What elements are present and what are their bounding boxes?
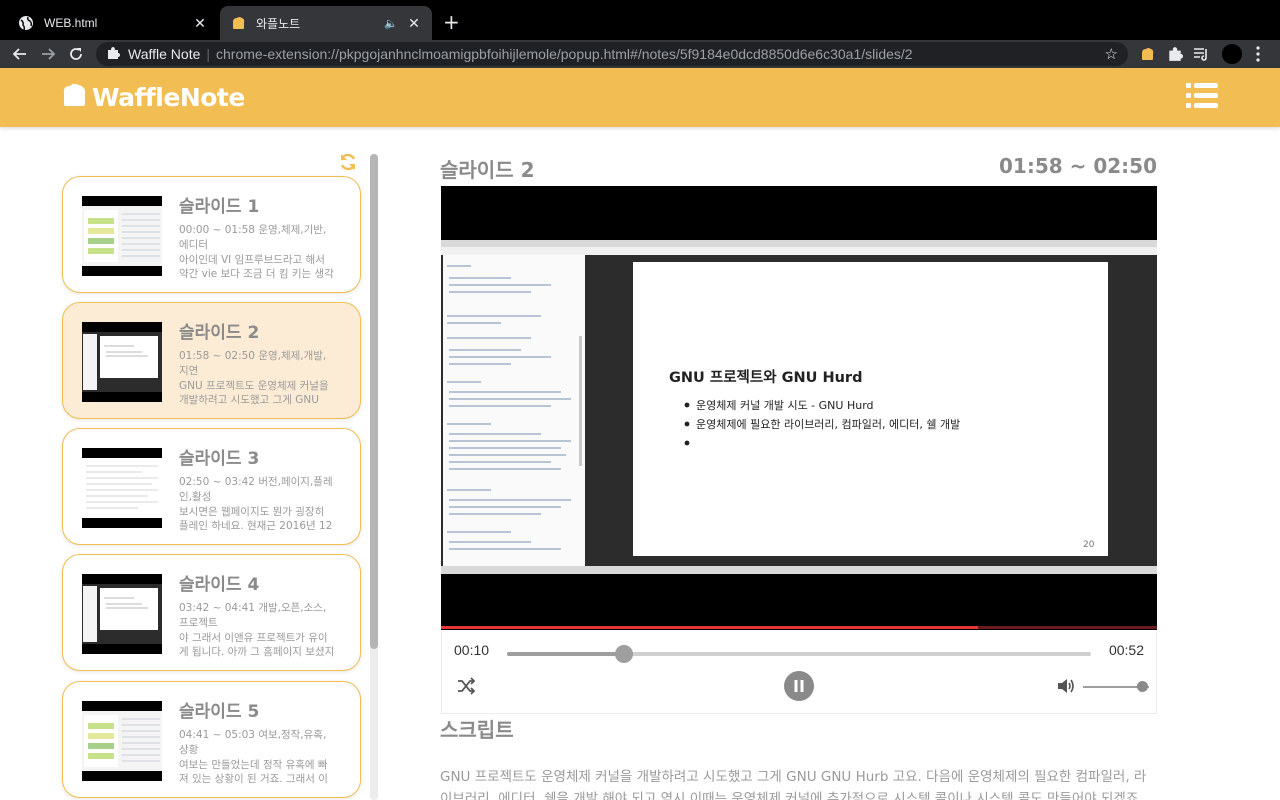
shuffle-icon[interactable] [454, 674, 478, 698]
slide-card-title: 슬라이드 1 [179, 197, 260, 217]
slide-card-info: 슬라이드 3 02:50 ~ 03:42 버전,페이지,플레인,활성보시면은 웹페… [179, 447, 335, 533]
reload-icon[interactable] [66, 44, 86, 64]
new-tab-button[interactable]: + [443, 12, 460, 32]
volume-icon[interactable] [1054, 675, 1078, 697]
pause-button[interactable] [783, 670, 815, 702]
slide-thumbnail [82, 196, 162, 276]
close-tab-icon[interactable]: ✕ [192, 15, 208, 31]
browser-tab-web[interactable]: WEB.html ✕ [8, 6, 218, 40]
slide-card-meta: 01:58 ~ 02:50 운영,체제,개발,지연 [179, 350, 327, 377]
slide-bullet-1: 운영체제 커널 개발 시도 - GNU Hurd [696, 399, 874, 412]
slide-card-snippet: 아이인데 VI 임프루브드라고 해서 약간 vie 보다 조금 더 킴 키는 생… [179, 254, 334, 280]
script-heading: 스크립트 [440, 718, 514, 742]
script-text: GNU 프로젝트도 운영체제 커널을 개발하려고 시도했고 그게 GNU GNU… [440, 769, 1147, 800]
slide-card-snippet: 야 그래서 이앤유 프로젝트가 유이게 됩니다. 아까 그 홈페이지 보셨지만은… [179, 632, 335, 658]
back-icon[interactable] [10, 44, 30, 64]
slide-time-range: 01:58 ~ 02:50 [998, 154, 1157, 178]
slide-bullet-2: 운영체제에 필요한 라이브러리, 컴파일러, 에디터, 쉘 개발 [696, 417, 960, 431]
tab-title: WEB.html [44, 16, 98, 30]
address-separator: | [206, 46, 211, 62]
scrollbar-thumb[interactable] [370, 154, 378, 649]
browser-toolbar: Waffle Note | chrome-extension://pkpgoja… [0, 40, 1280, 68]
slide-card-snippet: 여보는 만들었는데 정작 유혹에 빠져 있는 상황이 된 거죠. 그래서 이때 … [179, 759, 328, 785]
slide-thumbnail [82, 574, 162, 654]
forward-icon[interactable] [38, 44, 58, 64]
slide-card-2[interactable]: 슬라이드 2 01:58 ~ 02:50 운영,체제,개발,지연 GNU 프로젝트도… [62, 302, 361, 419]
profile-avatar[interactable] [1221, 44, 1243, 64]
seek-fill [507, 652, 624, 656]
more-menu-icon[interactable] [1252, 44, 1264, 64]
speaker-icon[interactable]: 🔈 [384, 17, 398, 30]
slide-card-info: 슬라이드 1 00:00 ~ 01:58 운영,체제,기반,에디터아이인데 VI … [179, 195, 335, 281]
browser-tab-wafflenote[interactable]: 와플노트 🔈 ✕ [220, 6, 432, 40]
slide-heading: GNU 프로젝트와 GNU Hurd [669, 368, 862, 386]
slide-card-title: 슬라이드 3 [179, 449, 260, 469]
slide-thumbnail [82, 448, 162, 528]
app-header: WaffleNote [0, 68, 1280, 127]
duration-time: 00:52 [1108, 642, 1144, 658]
browser-tab-strip: WEB.html ✕ 와플노트 🔈 ✕ + [0, 0, 1280, 40]
slide-card-meta: 02:50 ~ 03:42 버전,페이지,플레인,활성 [179, 476, 333, 503]
media-queue-icon[interactable] [1192, 44, 1210, 64]
slide-card-snippet: 보시면은 웹페이지도 뭔가 굉장히 플레인 하네요. 현재근 2016년 12월… [179, 506, 333, 532]
address-url: chrome-extension://pkpgojanhnclmoamigpbf… [216, 46, 913, 62]
refresh-icon[interactable] [338, 152, 358, 172]
slide-card-info: 슬라이드 2 01:58 ~ 02:50 운영,체제,개발,지연 GNU 프로젝트도… [179, 321, 335, 407]
volume-knob[interactable] [1137, 681, 1149, 692]
seek-slider[interactable] [507, 645, 1091, 663]
slide-page-number: 20 [1083, 540, 1095, 550]
audio-player: 00:10 00:52 [441, 632, 1157, 714]
slide-thumbnail [82, 701, 162, 781]
slide-card-snippet: GNU 프로젝트도 운영체제 커널을 개발하려고 시도했고 그게 GNU GNU… [179, 380, 329, 406]
close-tab-icon[interactable]: ✕ [406, 15, 422, 31]
wafflenote-extension-icon[interactable] [1138, 44, 1156, 64]
brand-logo[interactable]: WaffleNote [60, 81, 245, 113]
slide-card-meta: 04:41 ~ 05:03 여보,정작,유혹,상황 [179, 729, 327, 756]
slide-card-title: 슬라이드 4 [179, 575, 260, 595]
extension-puzzle-icon [106, 46, 120, 63]
video-progress-track[interactable] [441, 626, 1157, 629]
current-time: 00:10 [454, 642, 490, 658]
globe-icon [18, 15, 34, 31]
seek-knob[interactable] [614, 645, 633, 663]
slide-card-1[interactable]: 슬라이드 1 00:00 ~ 01:58 운영,체제,기반,에디터아이인데 VI … [62, 176, 361, 293]
video-progress-fill [441, 626, 978, 629]
slide-card-meta: 00:00 ~ 01:58 운영,체제,기반,에디터 [179, 224, 327, 251]
slide-card-title: 슬라이드 2 [179, 323, 260, 343]
slide-card-info: 슬라이드 5 04:41 ~ 05:03 여보,정작,유혹,상황여보는 만들었는데… [179, 700, 335, 786]
slide-card-3[interactable]: 슬라이드 3 02:50 ~ 03:42 버전,페이지,플레인,활성보시면은 웹페… [62, 428, 361, 545]
slide-card-5[interactable]: 슬라이드 5 04:41 ~ 05:03 여보,정작,유혹,상황여보는 만들었는데… [62, 681, 361, 798]
waffle-tab-icon [230, 15, 246, 31]
extension-name: Waffle Note [128, 46, 201, 62]
extensions-icon[interactable] [1166, 44, 1184, 64]
volume-slider[interactable] [1083, 681, 1149, 692]
slide-card-title: 슬라이드 5 [179, 702, 260, 722]
slide-card-info: 슬라이드 4 03:42 ~ 04:41 개발,오픈,소스,프로젝트야 그래서 이… [179, 573, 335, 659]
slide-card-4[interactable]: 슬라이드 4 03:42 ~ 04:41 개발,오픈,소스,프로젝트야 그래서 이… [62, 554, 361, 671]
brand-name: WaffleNote [92, 82, 245, 112]
waffle-logo-icon [60, 81, 88, 113]
menu-list-icon[interactable] [1186, 82, 1218, 110]
address-bar[interactable]: Waffle Note | chrome-extension://pkpgoja… [96, 42, 1128, 66]
tab-title: 와플노트 [256, 16, 301, 31]
video-frame[interactable]: GNU 프로젝트와 GNU Hurd 운영체제 커널 개발 시도 - GNU H… [441, 186, 1157, 630]
sidebar-scrollbar[interactable] [370, 154, 378, 800]
slide-card-meta: 03:42 ~ 04:41 개발,오픈,소스,프로젝트 [179, 602, 327, 629]
slide-title: 슬라이드 2 [440, 158, 535, 182]
slide-thumbnail [82, 322, 162, 402]
bookmark-star-icon[interactable]: ☆ [1105, 45, 1118, 63]
